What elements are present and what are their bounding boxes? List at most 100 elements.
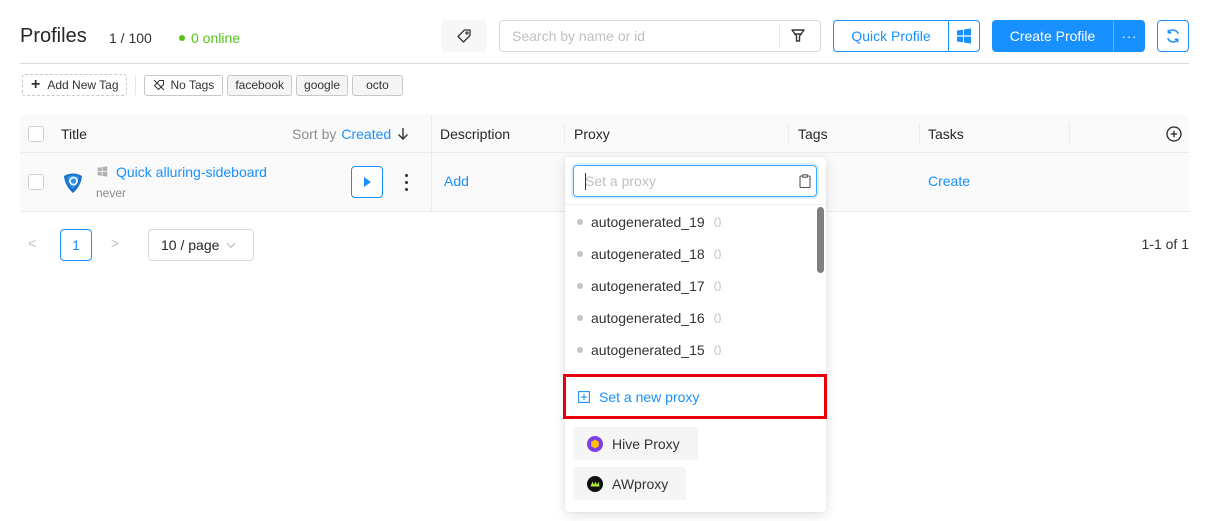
row-more-button[interactable]: [400, 169, 412, 195]
tag-icon: [457, 29, 471, 43]
online-count: 0 online: [191, 30, 240, 46]
proxy-status-dot: [577, 219, 583, 225]
search-input[interactable]: [500, 21, 778, 51]
select-all-cell: [28, 115, 44, 153]
create-profile-button[interactable]: Create Profile: [992, 20, 1114, 52]
proxy-dropdown: autogenerated_19 0 autogenerated_18 0 auto…: [563, 157, 827, 512]
row-checkbox[interactable]: [28, 174, 44, 190]
page-title: Profiles: [20, 25, 87, 47]
run-profile-button[interactable]: [351, 166, 383, 198]
proxy-usage-count: 0: [713, 342, 722, 358]
proxy-name: autogenerated_16: [591, 310, 705, 326]
plus-icon: +: [31, 76, 41, 93]
sort-by-label: Sort by: [292, 126, 337, 142]
search-divider: [779, 25, 780, 47]
page-1-button[interactable]: 1: [60, 229, 92, 261]
column-proxy: Proxy: [574, 126, 610, 142]
column-divider: [564, 123, 565, 145]
set-new-proxy-label: Set a new proxy: [599, 388, 700, 405]
proxy-name: autogenerated_15: [591, 342, 705, 358]
row-select-cell: [28, 174, 44, 190]
page-size-select[interactable]: 10 / page: [148, 229, 254, 261]
play-icon: [364, 177, 371, 187]
tag-filter-button[interactable]: [441, 20, 487, 52]
proxy-list: autogenerated_19 0 autogenerated_18 0 auto…: [565, 206, 826, 366]
tag-chip[interactable]: google: [296, 74, 349, 96]
proxy-option[interactable]: autogenerated_18 0: [565, 238, 826, 270]
quick-profile-button[interactable]: Quick Profile: [834, 21, 949, 51]
online-status-dot: [179, 35, 185, 41]
proxy-status-dot: [577, 347, 583, 353]
tag-chip[interactable]: octo: [352, 74, 403, 96]
add-new-tag-button[interactable]: + Add New Tag: [22, 74, 127, 96]
tag-chip-no-tags[interactable]: No Tags: [143, 74, 224, 96]
proxy-option[interactable]: autogenerated_19 0: [565, 206, 826, 238]
profile-last-run: never: [96, 186, 127, 200]
browser-logo-icon: [64, 173, 82, 193]
page-header: Profiles 1 / 100 0 online Quick Profile …: [20, 20, 1189, 64]
profile-count: 1 / 100: [109, 30, 152, 46]
proxy-name: autogenerated_18: [591, 246, 705, 262]
online-count-text: 0 online: [191, 30, 241, 46]
provider-hive-proxy[interactable]: Hive Proxy: [573, 427, 698, 460]
provider-awproxy[interactable]: AWproxy: [573, 467, 686, 500]
proxy-option[interactable]: autogenerated_16 0: [565, 302, 826, 334]
proxy-list-divider: [565, 204, 826, 205]
proxy-status-dot: [577, 283, 583, 289]
windows-icon: [957, 28, 971, 44]
clipboard-icon[interactable]: [799, 174, 811, 188]
column-divider: [1069, 123, 1070, 145]
no-tag-icon: [153, 79, 164, 91]
column-tasks: Tasks: [928, 126, 964, 142]
proxy-name: autogenerated_17: [591, 278, 705, 294]
arrow-down-icon[interactable]: [397, 127, 409, 141]
filter-icon[interactable]: [789, 28, 807, 44]
proxy-usage-count: 0: [713, 278, 722, 294]
refresh-button[interactable]: [1157, 20, 1189, 52]
select-all-checkbox[interactable]: [28, 126, 44, 142]
provider-name: AWproxy: [612, 475, 669, 492]
windows-icon: [97, 166, 108, 177]
profile-name-link[interactable]: Quick alluring-sideboard: [116, 164, 267, 180]
add-column-icon[interactable]: [1166, 126, 1182, 142]
quick-profile-os-button[interactable]: [949, 21, 979, 51]
proxy-input[interactable]: [574, 166, 784, 196]
create-profile-group: Create Profile ···: [992, 20, 1145, 52]
table-header: Title Sort by Created Description Proxy …: [20, 115, 1189, 153]
proxy-status-dot: [577, 315, 583, 321]
proxy-option[interactable]: autogenerated_17 0: [565, 270, 826, 302]
awproxy-logo-icon: [587, 475, 603, 492]
column-divider: [788, 123, 789, 145]
chevron-down-icon: [226, 242, 236, 248]
set-new-proxy-button[interactable]: Set a new proxy: [563, 374, 827, 419]
search-box: [499, 20, 821, 52]
tag-chip[interactable]: facebook: [227, 74, 293, 96]
proxy-list-scrollbar[interactable]: [817, 207, 824, 273]
column-description: Description: [440, 126, 511, 142]
text-caret: [585, 173, 586, 190]
tags-divider: [134, 75, 136, 95]
proxy-option[interactable]: autogenerated_15 0: [565, 334, 826, 366]
quick-profile-group: Quick Profile: [833, 20, 980, 52]
refresh-icon: [1167, 29, 1179, 43]
column-divider: [919, 123, 920, 145]
add-description-link[interactable]: Add: [444, 173, 469, 189]
pagination-total: 1-1 of 1: [1141, 236, 1189, 252]
proxy-usage-count: 0: [713, 310, 722, 326]
column-tags: Tags: [798, 126, 828, 142]
prev-page-button[interactable]: <: [28, 235, 36, 251]
proxy-input-wrapper: [573, 165, 817, 197]
sort-field[interactable]: Created: [341, 126, 391, 142]
plus-square-icon: [578, 390, 590, 403]
hive-proxy-logo-icon: [587, 435, 603, 452]
create-task-link[interactable]: Create: [928, 173, 970, 189]
create-profile-more-button[interactable]: ···: [1114, 20, 1145, 52]
proxy-usage-count: 0: [713, 214, 722, 230]
proxy-usage-count: 0: [713, 246, 722, 262]
next-page-button[interactable]: >: [111, 235, 119, 251]
proxy-status-dot: [577, 251, 583, 257]
page-size-value: 10 / page: [161, 237, 220, 253]
sort-control[interactable]: Sort by Created: [292, 115, 409, 153]
proxy-name: autogenerated_19: [591, 214, 705, 230]
add-new-tag-label: Add New Tag: [47, 78, 119, 92]
